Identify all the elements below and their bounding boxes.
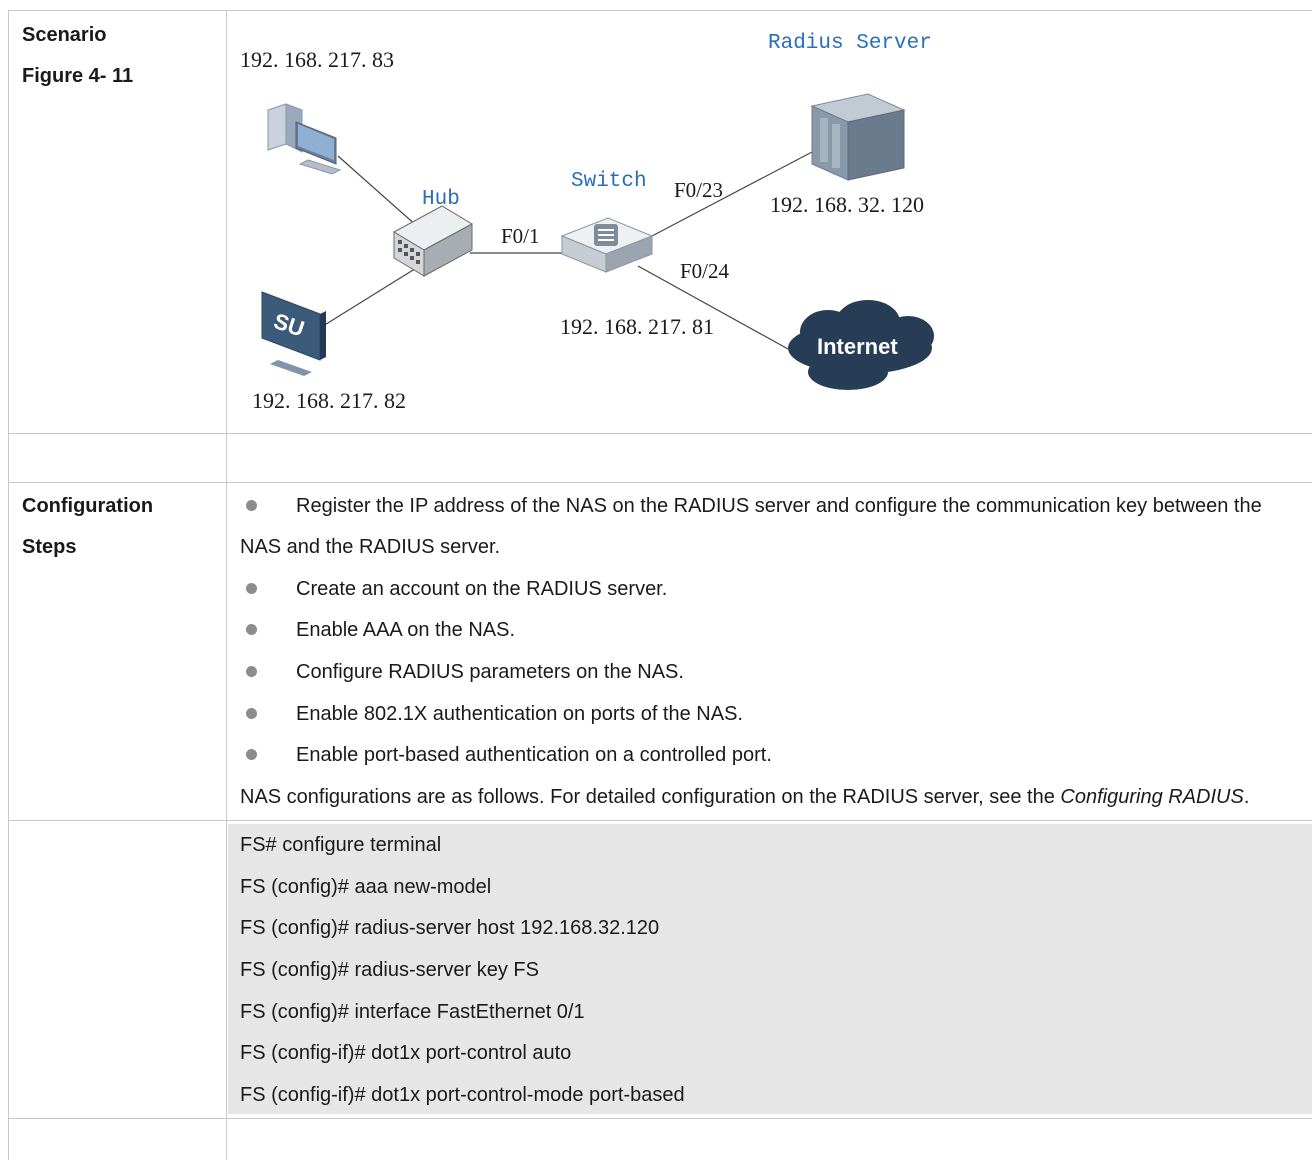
monitor-ip-label: 192. 168. 217. 82 xyxy=(252,388,406,413)
row-divider xyxy=(8,482,1312,483)
step-item: Enable 802.1X authentication on ports of… xyxy=(296,703,743,725)
command-line: FS (config-if)# dot1x port-control-mode … xyxy=(240,1084,685,1106)
internet-label: Internet xyxy=(817,334,898,359)
table-left-border xyxy=(8,10,9,1160)
config-steps-label: Configuration xyxy=(22,495,154,517)
bullet-dot xyxy=(246,749,257,760)
monitor-icon: SU xyxy=(261,291,326,376)
column-divider xyxy=(226,10,227,1160)
config-summary-end: . xyxy=(1243,786,1250,808)
row-divider xyxy=(8,820,1312,821)
link-monitor-hub xyxy=(322,261,427,327)
switch-ip-label: 192. 168. 217. 81 xyxy=(560,314,714,339)
link-pc-hub xyxy=(337,155,419,228)
step-item-continuation: NAS and the RADIUS server. xyxy=(240,536,501,558)
radius-server-icon xyxy=(810,93,906,181)
table-top-border xyxy=(8,10,1312,11)
config-summary-text: NAS configurations are as follows. For d… xyxy=(240,786,1061,808)
figure-label: Figure 4- 11 xyxy=(22,65,134,87)
step-item: Enable port-based authentication on a co… xyxy=(296,744,772,766)
config-summary: NAS configurations are as follows. For d… xyxy=(240,785,1249,809)
bullet-dot xyxy=(246,500,257,511)
bullet-dot xyxy=(246,624,257,635)
switch-label: Switch xyxy=(571,170,647,193)
pc-icon xyxy=(267,103,342,175)
port-f01-label: F0/1 xyxy=(501,224,540,248)
step-item: Configure RADIUS parameters on the NAS. xyxy=(296,661,684,683)
step-item: Create an account on the RADIUS server. xyxy=(296,578,668,600)
scenario-label: Scenario xyxy=(22,24,107,46)
hub-label: Hub xyxy=(422,188,460,211)
step-item: Enable AAA on the NAS. xyxy=(296,619,516,641)
radius-server-label: Radius Server xyxy=(768,32,932,55)
configuring-radius-reference: Configuring RADIUS xyxy=(1060,786,1244,808)
command-line: FS (config)# interface FastEthernet 0/1 xyxy=(240,1001,585,1023)
row-divider xyxy=(8,1118,1312,1119)
command-line: FS (config)# aaa new-model xyxy=(240,876,492,898)
port-f024-label: F0/24 xyxy=(680,259,730,283)
command-line: FS (config)# radius-server key FS xyxy=(240,959,539,981)
bullet-dot xyxy=(246,666,257,677)
config-steps-label-line2: Steps xyxy=(22,536,77,558)
port-f023-label: F0/23 xyxy=(674,178,723,202)
pc-ip-label: 192. 168. 217. 83 xyxy=(240,47,394,72)
bullet-dot xyxy=(246,708,257,719)
command-line: FS (config)# radius-server host 192.168.… xyxy=(240,917,660,939)
bullet-dot xyxy=(246,583,257,594)
radius-ip-label: 192. 168. 32. 120 xyxy=(770,192,924,217)
network-topology-diagram: SU 192. 168. 217. 83 Radius Server Hub S… xyxy=(240,32,934,413)
command-line: FS (config-if)# dot1x port-control auto xyxy=(240,1042,572,1064)
row-divider xyxy=(8,433,1312,434)
step-item: Register the IP address of the NAS on th… xyxy=(296,495,1262,517)
switch-icon xyxy=(560,217,654,273)
command-line: FS# configure terminal xyxy=(240,834,442,856)
